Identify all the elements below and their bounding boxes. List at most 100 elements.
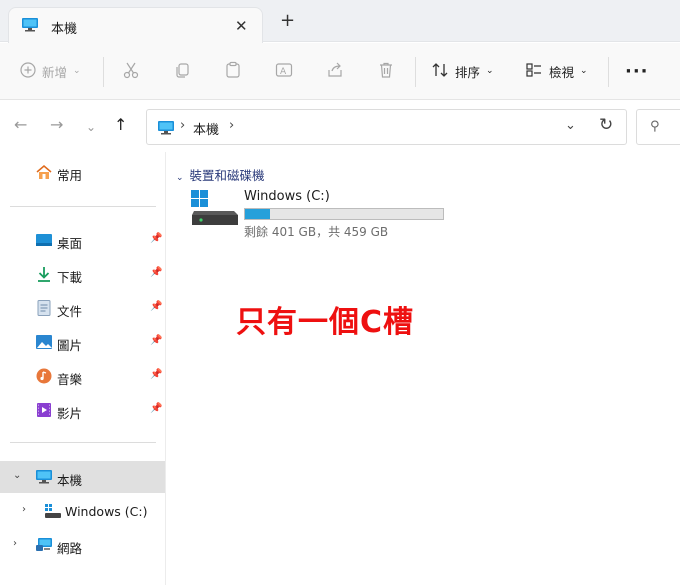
sidebar-item-label: 下載 bbox=[57, 270, 83, 285]
sidebar-item-network[interactable]: › 網路 bbox=[0, 529, 166, 561]
computer-icon bbox=[35, 469, 53, 485]
clipboard-icon bbox=[224, 61, 242, 82]
hard-drive-icon bbox=[190, 189, 240, 232]
close-icon[interactable]: ✕ bbox=[235, 17, 248, 35]
sidebar-item-home[interactable]: 常用 bbox=[0, 156, 166, 188]
annotation-text: 只有一個C槽 bbox=[236, 305, 415, 340]
up-arrow-icon[interactable]: ↑ bbox=[114, 115, 127, 135]
tab-this-pc[interactable]: 本機 ✕ bbox=[8, 7, 263, 43]
network-icon bbox=[35, 537, 53, 553]
new-button[interactable]: 新增 ⌄ bbox=[20, 59, 81, 83]
sort-label: 排序 bbox=[455, 64, 481, 80]
desktop-icon bbox=[35, 232, 53, 248]
rename-icon: A bbox=[275, 61, 293, 82]
new-tab-button[interactable]: + bbox=[280, 12, 295, 30]
sort-button[interactable]: 排序 ⌄ bbox=[431, 59, 494, 83]
sidebar-item-label: 本機 bbox=[57, 473, 83, 488]
chevron-right-icon[interactable]: › bbox=[180, 118, 185, 133]
sidebar-item-label: 影片 bbox=[57, 406, 83, 421]
pin-icon[interactable]: 📌 bbox=[150, 403, 162, 414]
rename-button[interactable]: A bbox=[275, 59, 293, 83]
sidebar-item-this-pc[interactable]: ⌄ 本機 bbox=[0, 461, 166, 493]
back-arrow-icon[interactable]: ← bbox=[14, 115, 27, 135]
chevron-down-icon[interactable]: ⌄ bbox=[13, 470, 21, 481]
sidebar-item-videos[interactable]: 影片 📌 bbox=[0, 394, 166, 426]
pin-icon[interactable]: 📌 bbox=[150, 369, 162, 380]
picture-icon bbox=[35, 334, 53, 350]
sidebar-item-label: 常用 bbox=[57, 168, 83, 183]
cut-button[interactable] bbox=[122, 59, 140, 83]
chevron-right-icon[interactable]: › bbox=[22, 504, 26, 515]
chevron-down-icon: ⌄ bbox=[176, 173, 184, 183]
drive-free-space: 剩餘 401 GB，共 459 GB bbox=[244, 225, 389, 239]
music-icon bbox=[35, 368, 53, 384]
sidebar-item-downloads[interactable]: 下載 📌 bbox=[0, 258, 166, 290]
sidebar-item-pictures[interactable]: 圖片 📌 bbox=[0, 326, 166, 358]
more-icon: ··· bbox=[625, 60, 649, 82]
copy-button[interactable] bbox=[173, 59, 191, 83]
command-bar: 新增 ⌄ A 排序 ⌄ 檢視 ⌄ ··· bbox=[0, 43, 680, 100]
new-label: 新增 bbox=[42, 64, 68, 80]
share-icon bbox=[326, 61, 344, 82]
scissors-icon bbox=[122, 61, 140, 82]
view-button[interactable]: 檢視 ⌄ bbox=[525, 59, 588, 83]
computer-icon bbox=[157, 120, 175, 139]
pin-icon[interactable]: 📌 bbox=[150, 267, 162, 278]
refresh-icon[interactable]: ↻ bbox=[599, 115, 613, 135]
computer-icon bbox=[21, 17, 39, 36]
tab-title: 本機 bbox=[51, 22, 78, 37]
recent-chevron-icon[interactable]: ⌄ bbox=[86, 117, 96, 137]
search-icon: ⚲ bbox=[650, 119, 660, 134]
divider bbox=[10, 206, 156, 207]
sort-arrows-icon bbox=[431, 61, 449, 82]
chevron-down-icon: ⌄ bbox=[486, 66, 494, 76]
paste-button[interactable] bbox=[224, 59, 242, 83]
video-icon bbox=[35, 402, 53, 418]
breadcrumb-this-pc[interactable]: 本機 bbox=[193, 119, 219, 138]
view-icon bbox=[525, 61, 543, 82]
sidebar-item-documents[interactable]: 文件 📌 bbox=[0, 292, 166, 324]
copy-icon bbox=[173, 61, 191, 82]
view-label: 檢視 bbox=[549, 64, 575, 80]
divider bbox=[608, 57, 609, 87]
navigation-pane: 常用 桌面 📌 下載 📌 文件 📌 圖片 📌 音樂 📌 影片 📌 ⌄ 本機 › bbox=[0, 152, 166, 585]
delete-button[interactable] bbox=[377, 59, 395, 83]
share-button[interactable] bbox=[326, 59, 344, 83]
chevron-down-icon[interactable]: ⌄ bbox=[565, 118, 576, 133]
home-icon bbox=[35, 164, 53, 180]
divider bbox=[10, 442, 156, 443]
divider bbox=[415, 57, 416, 87]
pin-icon[interactable]: 📌 bbox=[150, 233, 162, 244]
sidebar-item-label: 圖片 bbox=[57, 338, 83, 353]
sidebar-item-label: 網路 bbox=[57, 541, 83, 556]
chevron-down-icon: ⌄ bbox=[73, 66, 81, 76]
sidebar-item-label: 音樂 bbox=[57, 372, 83, 387]
pin-icon[interactable]: 📌 bbox=[150, 335, 162, 346]
drive-name: Windows (C:) bbox=[244, 189, 330, 204]
chevron-right-icon[interactable]: › bbox=[13, 538, 17, 549]
forward-arrow-icon[interactable]: → bbox=[50, 115, 63, 135]
chevron-right-icon[interactable]: › bbox=[229, 118, 234, 133]
document-icon bbox=[35, 300, 53, 316]
svg-text:A: A bbox=[280, 67, 287, 77]
sidebar-item-drive-c[interactable]: › Windows (C:) bbox=[0, 495, 166, 527]
more-options-button[interactable]: ··· bbox=[625, 59, 649, 83]
divider bbox=[103, 57, 104, 87]
trash-icon bbox=[377, 61, 395, 82]
group-header-label: 裝置和磁碟機 bbox=[189, 168, 265, 183]
address-bar-row: ← → ⌄ ↑ › 本機 › ⌄ ↻ ⚲ bbox=[0, 101, 680, 151]
tab-bar: 本機 ✕ + bbox=[0, 0, 680, 43]
drive-icon bbox=[44, 503, 62, 519]
search-input[interactable]: ⚲ bbox=[636, 109, 680, 145]
group-header[interactable]: ⌄ 裝置和磁碟機 bbox=[176, 165, 265, 184]
sidebar-item-music[interactable]: 音樂 📌 bbox=[0, 360, 166, 392]
sidebar-item-label: 桌面 bbox=[57, 236, 83, 251]
address-bar[interactable]: › 本機 › ⌄ ↻ bbox=[146, 109, 627, 145]
plus-circle-icon bbox=[20, 61, 36, 81]
sidebar-item-label: Windows (C:) bbox=[65, 504, 148, 519]
download-icon bbox=[35, 266, 53, 282]
chevron-down-icon: ⌄ bbox=[580, 66, 588, 76]
pin-icon[interactable]: 📌 bbox=[150, 301, 162, 312]
sidebar-item-label: 文件 bbox=[57, 304, 83, 319]
sidebar-item-desktop[interactable]: 桌面 📌 bbox=[0, 224, 166, 256]
